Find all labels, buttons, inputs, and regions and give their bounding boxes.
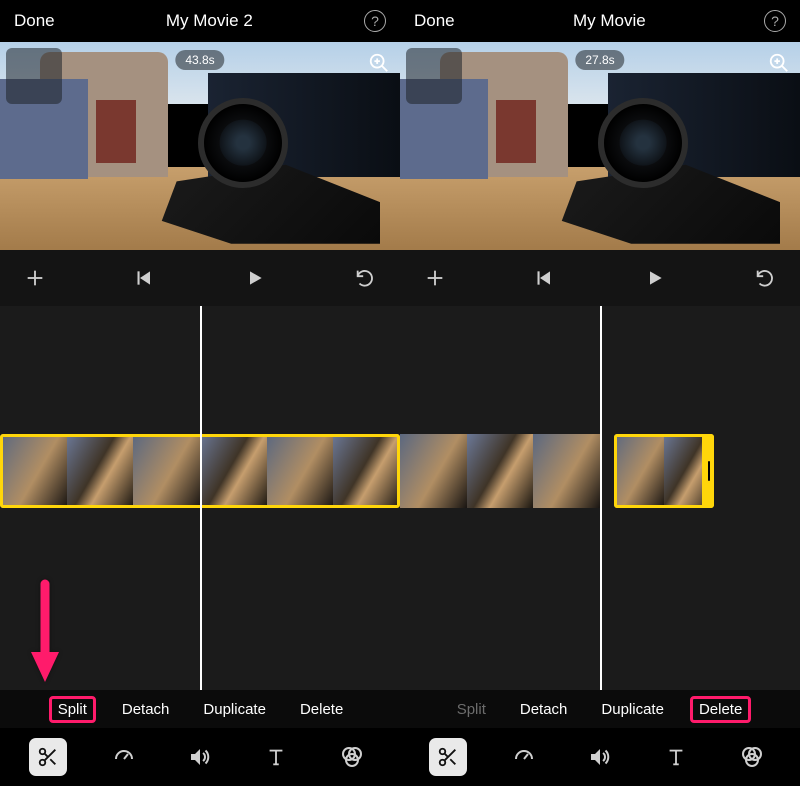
play-icon[interactable] bbox=[642, 265, 668, 291]
duplicate-button[interactable]: Duplicate bbox=[593, 697, 672, 722]
preview-scene bbox=[0, 42, 400, 250]
timecode-badge: 27.8s bbox=[575, 50, 624, 70]
project-title: My Movie 2 bbox=[166, 11, 253, 31]
clip-action-bar: Split Detach Duplicate Delete bbox=[400, 690, 800, 728]
clip-action-bar: Split Detach Duplicate Delete bbox=[0, 690, 400, 728]
playhead[interactable] bbox=[600, 306, 602, 690]
play-icon[interactable] bbox=[242, 265, 268, 291]
scissors-icon[interactable] bbox=[29, 738, 67, 776]
video-clip-selected[interactable] bbox=[614, 434, 714, 508]
undo-icon[interactable] bbox=[352, 265, 378, 291]
split-button[interactable]: Split bbox=[49, 696, 96, 723]
arrow-annotation bbox=[28, 578, 62, 688]
speed-icon[interactable] bbox=[505, 738, 543, 776]
filters-icon[interactable] bbox=[333, 738, 371, 776]
text-icon[interactable] bbox=[657, 738, 695, 776]
undo-icon[interactable] bbox=[752, 265, 778, 291]
video-preview[interactable]: 43.8s bbox=[0, 42, 400, 250]
split-button: Split bbox=[449, 697, 494, 722]
volume-icon[interactable] bbox=[181, 738, 219, 776]
timeline[interactable] bbox=[400, 306, 800, 690]
add-icon[interactable] bbox=[422, 265, 448, 291]
speed-icon[interactable] bbox=[105, 738, 143, 776]
preview-scene bbox=[400, 42, 800, 250]
tool-bar bbox=[400, 728, 800, 786]
playhead[interactable] bbox=[200, 306, 202, 690]
editor-panel-left: Done My Movie 2 ? 43.8s bbox=[0, 0, 400, 786]
help-icon[interactable]: ? bbox=[764, 10, 786, 32]
header: Done My Movie ? bbox=[400, 0, 800, 42]
transport-bar bbox=[0, 250, 400, 306]
detach-button[interactable]: Detach bbox=[512, 697, 576, 722]
video-clip[interactable] bbox=[400, 434, 600, 508]
editor-panel-right: Done My Movie ? 27.8s bbox=[400, 0, 800, 786]
header: Done My Movie 2 ? bbox=[0, 0, 400, 42]
project-title: My Movie bbox=[573, 11, 646, 31]
filters-icon[interactable] bbox=[733, 738, 771, 776]
duplicate-button[interactable]: Duplicate bbox=[195, 697, 274, 722]
timecode-badge: 43.8s bbox=[175, 50, 224, 70]
detach-button[interactable]: Detach bbox=[114, 697, 178, 722]
transport-bar bbox=[400, 250, 800, 306]
text-icon[interactable] bbox=[257, 738, 295, 776]
zoom-icon[interactable] bbox=[764, 48, 794, 78]
help-icon[interactable]: ? bbox=[364, 10, 386, 32]
done-button[interactable]: Done bbox=[14, 11, 55, 31]
volume-icon[interactable] bbox=[581, 738, 619, 776]
done-button[interactable]: Done bbox=[414, 11, 455, 31]
scissors-icon[interactable] bbox=[429, 738, 467, 776]
zoom-icon[interactable] bbox=[364, 48, 394, 78]
add-icon[interactable] bbox=[22, 265, 48, 291]
skip-back-icon[interactable] bbox=[132, 265, 158, 291]
delete-button[interactable]: Delete bbox=[292, 697, 351, 722]
trim-handle[interactable] bbox=[702, 434, 714, 508]
tool-bar bbox=[0, 728, 400, 786]
video-preview[interactable]: 27.8s bbox=[400, 42, 800, 250]
delete-button[interactable]: Delete bbox=[690, 696, 751, 723]
skip-back-icon[interactable] bbox=[532, 265, 558, 291]
